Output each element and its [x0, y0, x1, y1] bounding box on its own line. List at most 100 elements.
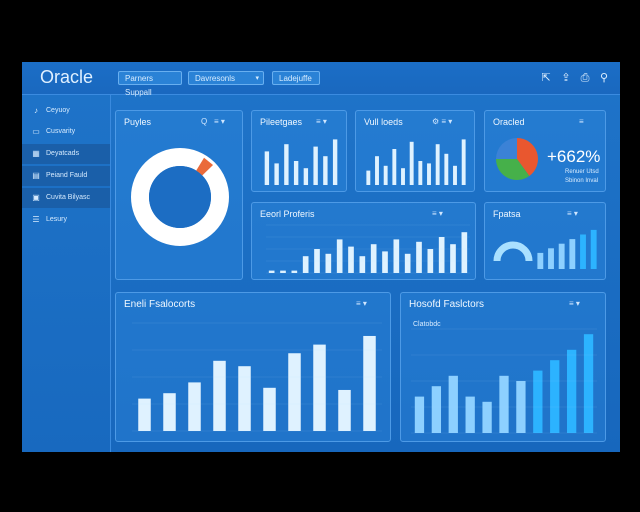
- bar: [288, 353, 301, 431]
- bar: [431, 386, 442, 433]
- share-icon[interactable]: ⇱: [540, 72, 552, 84]
- print-icon[interactable]: ⎙: [579, 72, 591, 84]
- kpi-sub-1: Renuer Utsd: [565, 169, 599, 175]
- top-bar: Oracle Parners Suppall Davresonls ▾ Lade…: [22, 62, 620, 97]
- bar: [332, 139, 338, 185]
- bar: [401, 168, 405, 185]
- bar: [566, 349, 577, 433]
- sidebar-item-label: Cusvarity: [46, 128, 76, 135]
- bar: [482, 401, 492, 433]
- toolbar-dropdown[interactable]: Davresonls ▾: [188, 71, 264, 85]
- bar: [392, 149, 397, 185]
- bottom-right-panel: Hosofd Faslctors ≡ ▾ Clatobdc: [400, 292, 606, 442]
- bar: [580, 234, 586, 269]
- bars1-panel: Pileetgaes ≡ ▾: [251, 110, 347, 192]
- sidebar-item-label: Cuvita Bilyasc: [46, 194, 90, 201]
- dashboard-screen: Oracle Parners Suppall Davresonls ▾ Lade…: [22, 62, 620, 452]
- gauge-chart: [493, 229, 597, 269]
- bar: [548, 248, 554, 269]
- bar: [533, 370, 543, 433]
- gauge-panel: Fpatsa ≡ ▾: [484, 202, 606, 280]
- bars2-chart: [366, 139, 466, 185]
- bar: [438, 237, 445, 273]
- bar: [163, 393, 176, 431]
- note-icon: ♪: [34, 106, 38, 115]
- bar: [323, 156, 328, 185]
- wide-panel: Eeorl Proferis ≡ ▾: [251, 202, 476, 280]
- bar: [569, 239, 576, 269]
- sidebar-item-1[interactable]: ♪ Ceyuoy: [22, 101, 110, 121]
- bar: [416, 241, 422, 273]
- toolbar-button-3[interactable]: Ladejuffe: [272, 71, 320, 85]
- bar: [303, 168, 309, 185]
- search-icon[interactable]: ⚲: [598, 72, 610, 84]
- donut-panel: Puyles Q ≡ ▾: [115, 110, 243, 280]
- bar: [188, 382, 201, 431]
- kpi-value: +662%: [547, 147, 601, 166]
- bars1-chart: [264, 139, 338, 185]
- sidebar-item-5[interactable]: ▣ Cuvita Bilyasc: [22, 188, 110, 208]
- sidebar-item-label: Deyatcads: [46, 150, 80, 157]
- bar: [414, 396, 425, 433]
- bar: [359, 256, 366, 273]
- chevron-down-icon: ▾: [255, 75, 259, 82]
- bottom-right-chart: [411, 328, 597, 434]
- bar: [366, 170, 371, 185]
- bar: [383, 165, 388, 185]
- bar: [263, 387, 276, 431]
- bar: [268, 270, 275, 273]
- bar: [453, 165, 457, 185]
- bottom-left-panel: Eneli Fsalocorts ≡ ▾: [115, 292, 391, 442]
- bar: [284, 144, 289, 185]
- list-icon: ☰: [32, 215, 40, 224]
- sidebar-item-6[interactable]: ☰ Lesury: [22, 210, 110, 230]
- bar: [313, 146, 318, 185]
- bar: [409, 141, 414, 185]
- bar: [550, 360, 560, 433]
- bar: [370, 244, 377, 273]
- bar: [280, 270, 286, 273]
- bar: [393, 239, 400, 273]
- bar: [444, 153, 449, 185]
- bar: [264, 151, 270, 185]
- app-title: Oracle: [40, 67, 94, 87]
- bar: [583, 334, 594, 433]
- sidebar-item-2[interactable]: ▭ Cusvarity: [22, 122, 110, 142]
- bar: [448, 375, 458, 433]
- sidebar-item-label: Ceyuoy: [46, 107, 70, 114]
- bar: [435, 144, 440, 185]
- sidebar: ♪ Ceyuoy ▭ Cusvarity ▦ Deyatcads ▤ Peian…: [22, 95, 111, 452]
- bar: [537, 252, 544, 269]
- sidebar-item-label: Lesury: [46, 216, 68, 223]
- bar: [465, 396, 475, 433]
- folder-icon: ▭: [32, 127, 40, 136]
- bottom-left-chart: [132, 322, 382, 432]
- bar: [499, 375, 509, 433]
- bar: [418, 161, 423, 185]
- toolbar-dropdown-label: Davresonls: [195, 74, 236, 83]
- bar: [336, 239, 343, 273]
- sidebar-item-4[interactable]: ▤ Peiand Fauld: [22, 166, 110, 186]
- bar: [313, 344, 326, 431]
- bar: [325, 253, 332, 273]
- bar: [461, 232, 468, 273]
- bar: [302, 256, 309, 273]
- sidebar-item-3[interactable]: ▦ Deyatcads: [22, 144, 110, 164]
- donut-chart: [131, 148, 229, 246]
- bar: [348, 246, 354, 273]
- bar: [558, 243, 565, 269]
- pie-slice: [496, 138, 517, 159]
- bar: [590, 229, 597, 269]
- bar: [293, 161, 299, 185]
- bar: [375, 156, 379, 185]
- kpi-sub-2: Sbinon Inval: [565, 178, 599, 184]
- upload-icon[interactable]: ⇪: [560, 72, 572, 84]
- grid-icon: ▦: [32, 149, 40, 158]
- bar: [138, 398, 151, 431]
- toolbar-button-1[interactable]: Parners Suppall: [118, 71, 182, 97]
- box-icon: ▣: [32, 193, 40, 202]
- bar: [404, 253, 411, 273]
- bar: [291, 270, 298, 273]
- wide-chart: [266, 224, 470, 274]
- bar: [461, 139, 466, 185]
